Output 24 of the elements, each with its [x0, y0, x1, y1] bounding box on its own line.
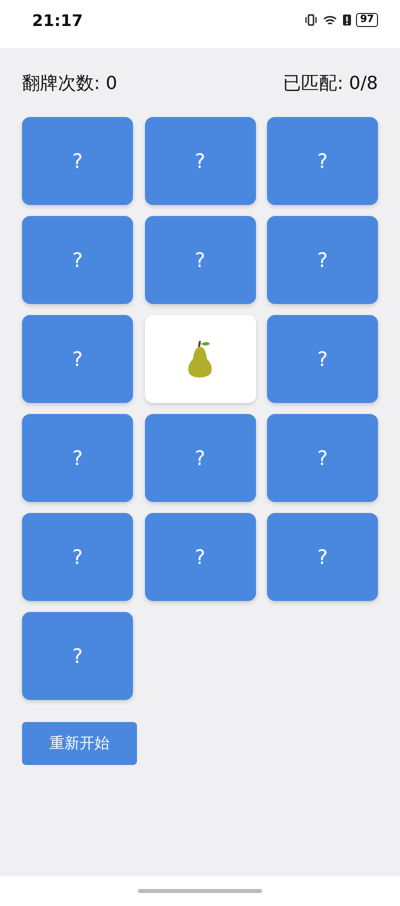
memory-card[interactable]: ? [22, 216, 133, 304]
memory-card[interactable]: ? [22, 315, 133, 403]
memory-card[interactable]: ? [267, 216, 378, 304]
restart-button[interactable]: 重新开始 [22, 722, 137, 765]
clock: 21:17 [32, 10, 83, 30]
memory-card[interactable]: ? [22, 612, 133, 700]
memory-card[interactable]: ? [267, 414, 378, 502]
memory-card[interactable]: ? [22, 414, 133, 502]
memory-card[interactable] [144, 315, 256, 403]
memory-card[interactable]: ? [267, 513, 378, 601]
match-count: 已匹配: 0/8 [283, 72, 378, 95]
alert-icon [343, 14, 352, 26]
wifi-icon [322, 14, 338, 26]
flip-count: 翻牌次数: 0 [22, 72, 118, 95]
memory-card[interactable]: ? [267, 315, 378, 403]
vibrate-icon [305, 14, 318, 26]
memory-card[interactable]: ? [22, 513, 133, 601]
memory-card[interactable]: ? [144, 117, 256, 205]
memory-card[interactable]: ? [22, 117, 133, 205]
memory-card[interactable]: ? [144, 216, 256, 304]
memory-card[interactable]: ? [267, 117, 378, 205]
memory-card[interactable]: ? [144, 414, 256, 502]
battery-indicator: 97 [356, 13, 378, 27]
memory-card[interactable]: ? [144, 513, 256, 601]
